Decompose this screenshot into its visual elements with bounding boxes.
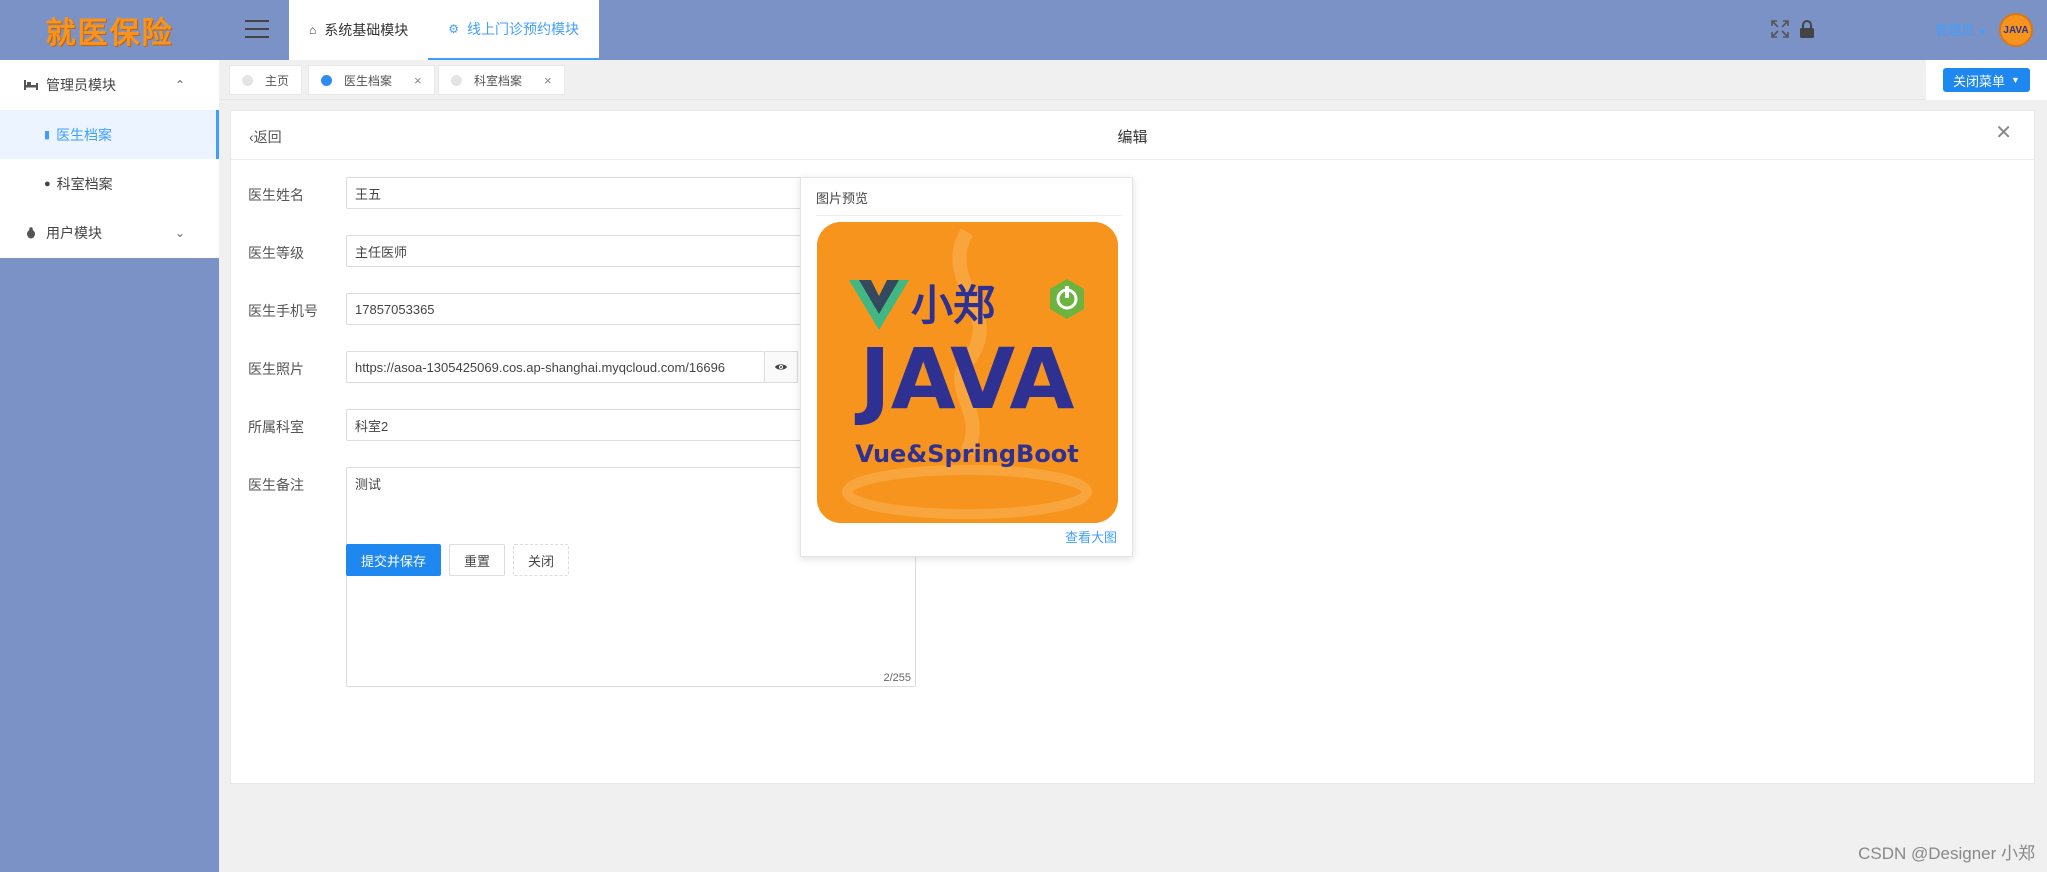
user-name: 管理员 bbox=[1935, 23, 1975, 38]
tag-label: 医生档案 bbox=[344, 73, 393, 88]
app-logo-text: 就医保险 bbox=[45, 16, 174, 51]
chevron-up-icon: ⌃ bbox=[174, 78, 185, 92]
tab-label: 系统基础模块 bbox=[324, 22, 409, 38]
menu-group-admin-label: 管理员模块 bbox=[46, 77, 116, 93]
bug-icon bbox=[24, 226, 38, 240]
watermark: CSDN @Designer 小郑 bbox=[1858, 844, 2035, 863]
tag-label: 主页 bbox=[265, 73, 290, 88]
logo-java-text: JAVA bbox=[855, 330, 1075, 428]
eye-icon[interactable] bbox=[764, 351, 798, 383]
hamburger-menu-icon[interactable] bbox=[245, 20, 269, 40]
top-header: ⌂ 系统基础模块 ⚙ 线上门诊预约模块 管理员 ▼ JAVA bbox=[219, 0, 2047, 60]
avatar[interactable]: JAVA bbox=[1999, 13, 2033, 47]
fullscreen-icon[interactable] bbox=[1771, 20, 1789, 38]
phone-label: 医生手机号 bbox=[248, 303, 318, 319]
name-label: 医生姓名 bbox=[248, 187, 304, 203]
home-icon: ⌂ bbox=[309, 23, 317, 37]
tag-doctor-records[interactable]: 医生档案 × bbox=[308, 65, 435, 95]
app-logo[interactable]: 就医保险 bbox=[0, 0, 219, 60]
tab-system-basics[interactable]: ⌂ 系统基础模块 bbox=[289, 0, 429, 60]
sidebar-item-label: 医生档案 bbox=[56, 126, 113, 143]
card-header: ‹返回 编辑 ✕ bbox=[231, 111, 2034, 160]
tag-department-records[interactable]: 科室档案 × bbox=[438, 65, 565, 95]
chat-bubble-icon: ● bbox=[44, 177, 51, 190]
chevron-down-icon: ⌄ bbox=[174, 226, 185, 240]
chat-icon: ▮ bbox=[44, 129, 51, 141]
caret-down-icon: ▼ bbox=[1978, 27, 1987, 37]
tab-online-appointment[interactable]: ⚙ 线上门诊预约模块 bbox=[428, 0, 600, 60]
remark-label: 医生备注 bbox=[248, 477, 304, 493]
close-menu-label: 关闭菜单 bbox=[1953, 73, 2006, 89]
level-label: 医生等级 bbox=[248, 245, 304, 261]
gear-icon: ⚙ bbox=[448, 22, 460, 36]
image-preview-popover: 图片预览 小郑 JAVA Vue&SpringBoot 查看大图 bbox=[800, 177, 1133, 557]
preview-title: 图片预览 bbox=[816, 188, 1122, 216]
tag-dot bbox=[242, 74, 253, 86]
close-icon[interactable]: × bbox=[414, 73, 422, 88]
close-menu-wrap: 关闭菜单 ▼ bbox=[1926, 60, 2047, 100]
department-label: 所属科室 bbox=[248, 419, 304, 435]
view-large-link[interactable]: 查看大图 bbox=[1065, 527, 1117, 546]
module-tabs: ⌂ 系统基础模块 ⚙ 线上门诊预约模块 bbox=[289, 0, 600, 60]
tag-label: 科室档案 bbox=[474, 73, 523, 88]
menu-group-admin[interactable]: 管理员模块 ⌃ bbox=[0, 60, 219, 110]
menu-group-user-label: 用户模块 bbox=[46, 225, 102, 241]
tags-bar: 主页 医生档案 × 科室档案 × 关闭菜单 ▼ bbox=[219, 60, 2047, 100]
menu-group-user[interactable]: 用户模块 ⌄ bbox=[0, 208, 219, 258]
user-menu[interactable]: 管理员 ▼ bbox=[1935, 20, 1987, 39]
bed-icon bbox=[24, 78, 38, 92]
photo-label: 医生照片 bbox=[248, 361, 304, 377]
sidebar-item-label: 科室档案 bbox=[56, 175, 113, 192]
logo-sub-text: Vue&SpringBoot bbox=[855, 440, 1079, 468]
photo-url-input[interactable]: https://asoa-1305425069.cos.ap-shanghai.… bbox=[346, 351, 764, 383]
char-counter: 2/255 bbox=[883, 672, 911, 684]
sidebar-item-department-records[interactable]: ● 科室档案 bbox=[0, 159, 219, 208]
close-button[interactable]: 关闭 bbox=[513, 544, 570, 576]
close-menu-button[interactable]: 关闭菜单 ▼ bbox=[1943, 68, 2030, 92]
close-icon[interactable]: × bbox=[544, 73, 552, 88]
close-icon[interactable]: ✕ bbox=[1995, 123, 2012, 143]
logo-brand-text: 小郑 bbox=[911, 281, 995, 330]
tab-label: 线上门诊预约模块 bbox=[467, 21, 580, 37]
avatar-text: JAVA bbox=[2003, 24, 2029, 36]
remark-text: 测试 bbox=[355, 477, 382, 492]
tag-dot bbox=[321, 74, 332, 86]
form-actions: 提交并保存 重置 关闭 bbox=[346, 544, 570, 576]
reset-button[interactable]: 重置 bbox=[449, 544, 506, 576]
sidebar-item-doctor-records[interactable]: ▮ 医生档案 bbox=[0, 110, 219, 159]
tag-dot bbox=[451, 74, 462, 86]
doctor-photo-preview[interactable]: 小郑 JAVA Vue&SpringBoot bbox=[817, 222, 1118, 523]
lock-icon[interactable] bbox=[1799, 19, 1817, 39]
tag-home[interactable]: 主页 bbox=[229, 65, 303, 95]
page-title: 编辑 bbox=[1117, 129, 1148, 146]
side-menu: 管理员模块 ⌃ ▮ 医生档案 ● 科室档案 用户模块 ⌄ bbox=[0, 60, 219, 258]
caret-down-icon: ▼ bbox=[2011, 75, 2020, 85]
sidebar: 就医保险 管理员模块 ⌃ ▮ 医生档案 ● 科室档案 用户模块 ⌄ bbox=[0, 0, 219, 872]
submit-save-button[interactable]: 提交并保存 bbox=[346, 544, 442, 576]
